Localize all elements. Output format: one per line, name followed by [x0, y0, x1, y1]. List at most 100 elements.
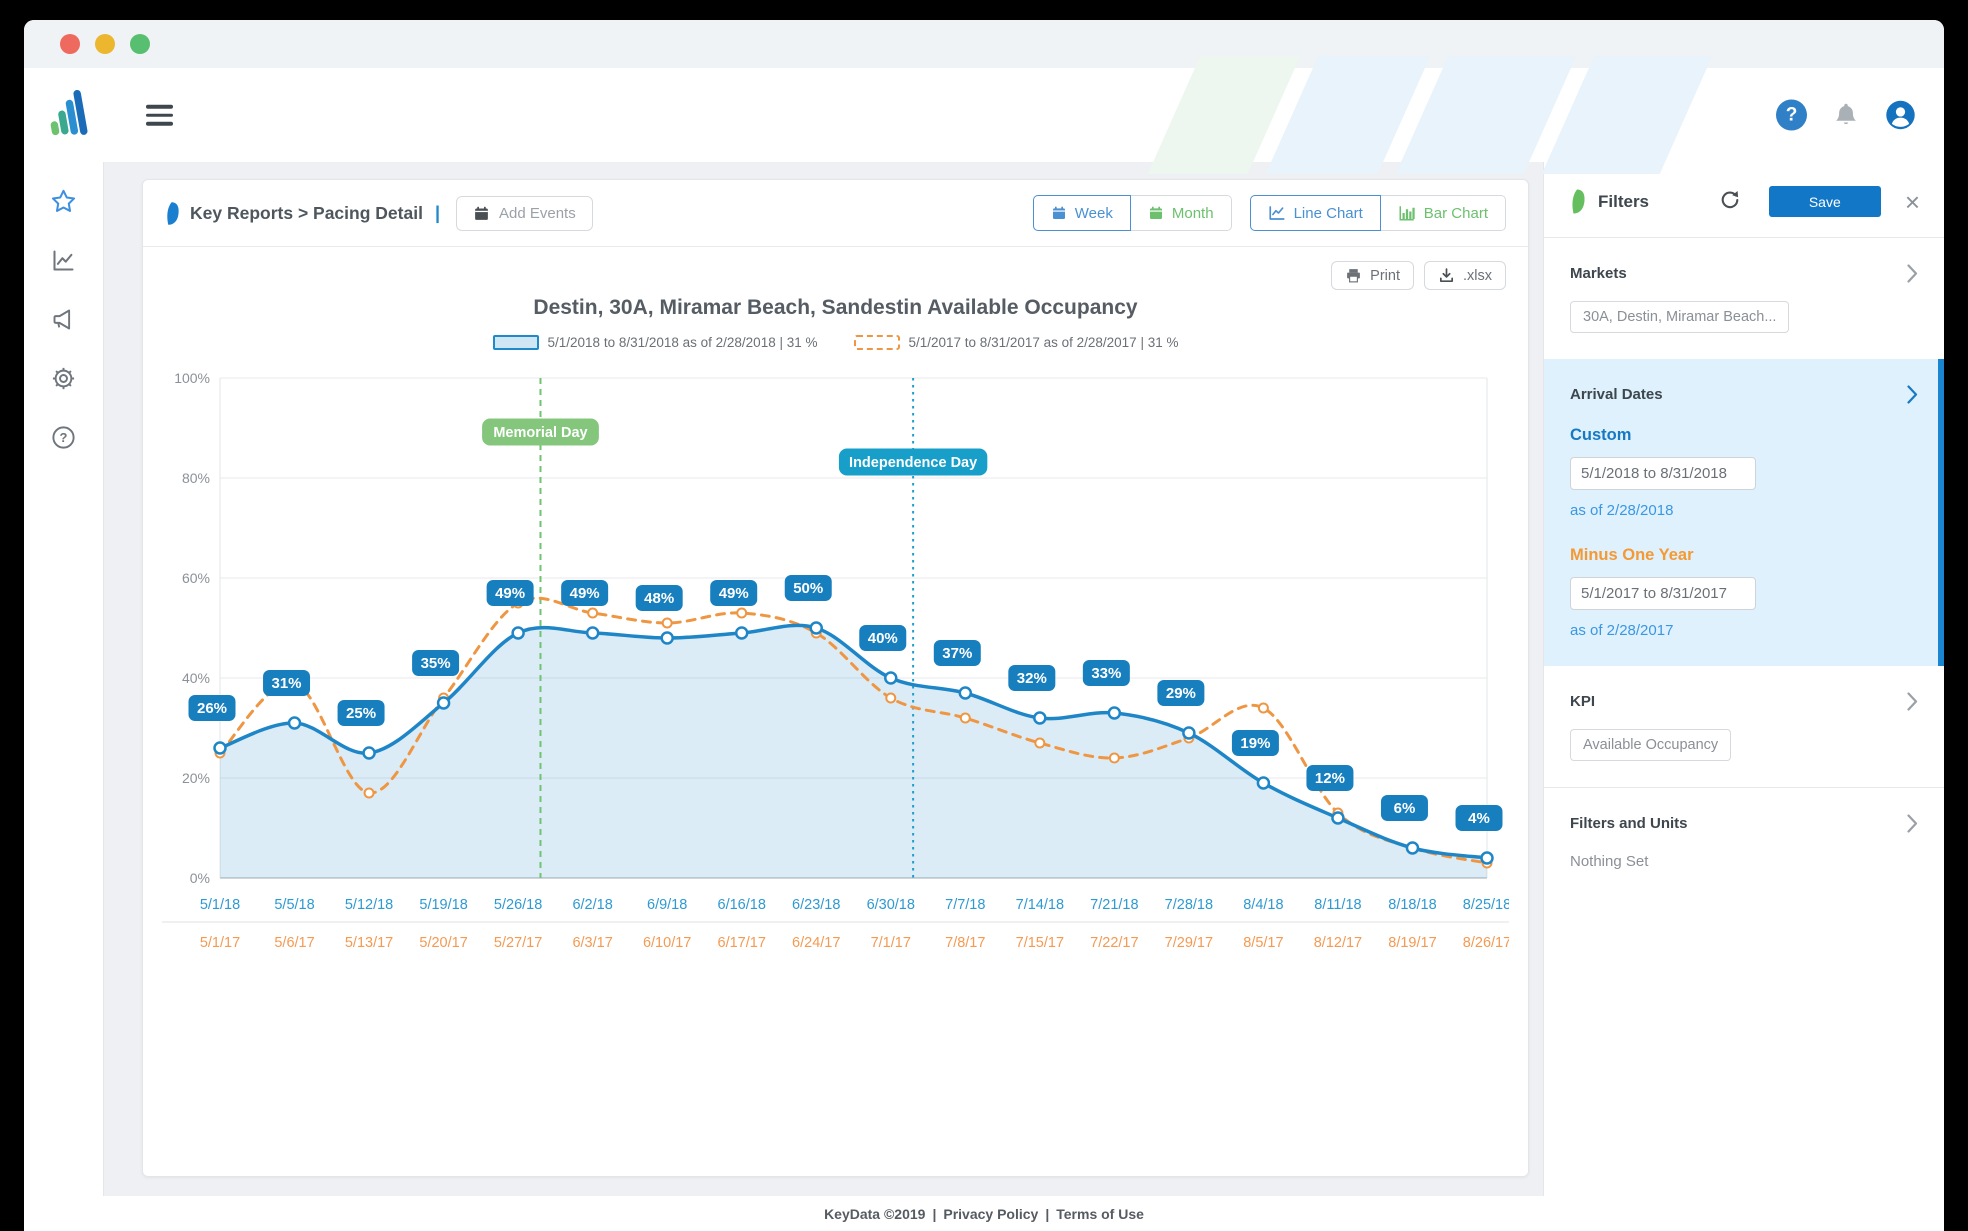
data-label: 4% [1456, 805, 1503, 831]
custom-asof-link[interactable]: as of 2/28/2018 [1570, 502, 1673, 519]
svg-text:35%: 35% [421, 655, 451, 672]
x-label-2017: 6/24/17 [792, 935, 840, 951]
line-chart-icon [1268, 204, 1286, 222]
data-label: 29% [1157, 680, 1204, 706]
data-label: 25% [338, 700, 385, 726]
announcements-megaphone-icon[interactable] [48, 304, 79, 338]
svg-text:37%: 37% [942, 645, 972, 662]
legend-previous-label: 5/1/2017 to 8/31/2017 as of 2/28/2017 | … [909, 335, 1179, 350]
menu-icon[interactable] [142, 101, 177, 130]
x-label-2017: 8/5/17 [1243, 935, 1283, 951]
previous-year-point [737, 609, 746, 618]
x-label-2018: 7/14/18 [1016, 897, 1064, 913]
minimize-window-button[interactable] [95, 34, 115, 54]
xlsx-download-button[interactable]: .xlsx [1424, 261, 1506, 290]
help-icon[interactable]: ? [1776, 100, 1807, 131]
privacy-policy-link[interactable]: Privacy Policy [943, 1206, 1038, 1222]
x-label-2018: 5/12/18 [345, 897, 393, 913]
svg-text:6%: 6% [1394, 800, 1416, 817]
kpi-header[interactable]: KPI [1570, 692, 1918, 711]
previous-year-point [588, 609, 597, 618]
help-circle-icon[interactable]: ? [48, 422, 79, 456]
kpi-section: KPI Available Occupancy [1544, 666, 1944, 788]
x-label-2017: 6/3/17 [572, 935, 612, 951]
add-events-button[interactable]: Add Events [456, 196, 593, 231]
current-year-point [960, 688, 971, 699]
svg-text:25%: 25% [346, 705, 376, 722]
bar-chart-toggle-button[interactable]: Bar Chart [1380, 195, 1506, 231]
week-toggle-button[interactable]: Week [1033, 195, 1131, 231]
x-label-2017: 7/29/17 [1165, 935, 1213, 951]
x-label-2017: 7/8/17 [945, 935, 985, 951]
month-toggle-button[interactable]: Month [1130, 195, 1232, 231]
current-year-point [587, 628, 598, 639]
filters-and-units-section: Filters and Units Nothing Set [1544, 788, 1944, 896]
x-label-2017: 6/10/17 [643, 935, 691, 951]
svg-text:12%: 12% [1315, 770, 1345, 787]
data-label: 49% [561, 580, 608, 606]
data-label: 26% [189, 695, 236, 721]
y-tick-label: 0% [190, 870, 210, 886]
previous-year-point [886, 694, 895, 703]
x-label-2017: 7/1/17 [871, 935, 911, 951]
download-icon [1438, 267, 1455, 284]
save-button[interactable]: Save [1769, 186, 1881, 217]
terms-of-use-link[interactable]: Terms of Use [1056, 1206, 1144, 1222]
x-label-2018: 5/26/18 [494, 897, 542, 913]
svg-text:Independence Day: Independence Day [849, 455, 977, 471]
markets-header[interactable]: Markets [1570, 264, 1918, 283]
zoom-window-button[interactable] [130, 34, 150, 54]
legend-swatch-dashed [854, 335, 900, 350]
x-label-2017: 7/15/17 [1016, 935, 1064, 951]
legend-current-label: 5/1/2018 to 8/31/2018 as of 2/28/2018 | … [548, 335, 818, 350]
chart-toolbar: Week Month Line Chart [1033, 195, 1506, 231]
month-label: Month [1172, 205, 1214, 222]
previous-year-point [1259, 704, 1268, 713]
custom-range-input[interactable] [1570, 457, 1756, 490]
report-card-header: Key Reports > Pacing Detail | Add Events… [143, 180, 1528, 246]
current-year-point [1183, 728, 1194, 739]
current-year-point [1332, 813, 1343, 824]
filters-title: Filters [1598, 192, 1649, 212]
data-label: 40% [859, 625, 906, 651]
user-avatar[interactable] [1885, 100, 1916, 131]
current-year-point [885, 673, 896, 684]
settings-gear-icon[interactable] [48, 363, 79, 397]
line-chart-toggle-button[interactable]: Line Chart [1250, 195, 1381, 231]
x-label-2018: 6/9/18 [647, 897, 687, 913]
refresh-icon[interactable] [1719, 189, 1741, 214]
chart-title: Destin, 30A, Miramar Beach, Sandestin Av… [143, 296, 1528, 320]
print-button[interactable]: Print [1331, 261, 1414, 290]
xlsx-label: .xlsx [1463, 268, 1492, 284]
favorites-star-icon[interactable] [48, 186, 79, 220]
data-label: 49% [487, 580, 534, 606]
calendar-icon [473, 205, 490, 222]
current-year-point [662, 633, 673, 644]
chevron-right-icon [1907, 692, 1918, 711]
chart-legend: 5/1/2018 to 8/31/2018 as of 2/28/2018 | … [143, 335, 1528, 350]
page-footer: KeyData ©2019 | Privacy Policy | Terms o… [24, 1196, 1944, 1231]
previous-year-point [1035, 739, 1044, 748]
app-header: ? [24, 68, 1944, 162]
y-tick-label: 40% [182, 670, 210, 686]
filters-and-units-header[interactable]: Filters and Units [1570, 814, 1918, 833]
footer-separator: | [932, 1206, 936, 1222]
add-events-label: Add Events [499, 205, 576, 222]
previous-year-point [1110, 754, 1119, 763]
close-icon[interactable]: × [1905, 189, 1920, 215]
period-toggle-group: Week Month [1033, 195, 1232, 231]
reports-line-chart-icon[interactable] [48, 245, 79, 279]
arrival-dates-header[interactable]: Arrival Dates [1570, 385, 1918, 404]
calendar-icon [1051, 205, 1067, 221]
minus-range-input[interactable] [1570, 577, 1756, 610]
close-window-button[interactable] [60, 34, 80, 54]
keydata-logo-icon[interactable] [46, 84, 98, 147]
notifications-bell-icon[interactable] [1831, 100, 1861, 130]
current-year-point [811, 623, 822, 634]
x-label-2017: 8/19/17 [1388, 935, 1436, 951]
printer-icon [1345, 267, 1362, 284]
main-area: Key Reports > Pacing Detail | Add Events… [104, 162, 1543, 1196]
chart-type-toggle-group: Line Chart Bar Chart [1250, 195, 1506, 231]
minus-asof-link[interactable]: as of 2/28/2017 [1570, 622, 1673, 639]
previous-year-point [663, 619, 672, 628]
